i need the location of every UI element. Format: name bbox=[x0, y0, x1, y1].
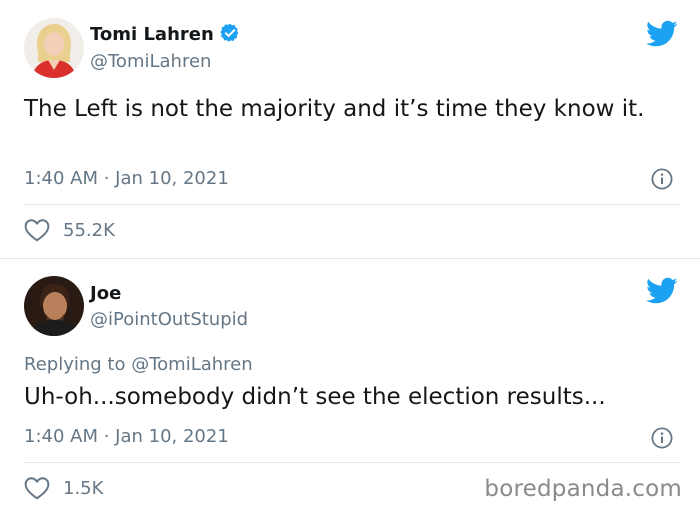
avatar[interactable] bbox=[24, 276, 84, 336]
avatar[interactable] bbox=[24, 18, 84, 78]
verified-badge-icon bbox=[220, 23, 240, 43]
info-icon[interactable] bbox=[651, 427, 673, 449]
tweet-timestamp[interactable]: 1:40 AM · Jan 10, 2021 bbox=[24, 168, 229, 189]
watermark: boredpanda.com bbox=[484, 476, 682, 502]
tweet-text: The Left is not the majority and it’s ti… bbox=[24, 96, 645, 122]
like-count: 1.5K bbox=[63, 477, 104, 499]
reply-prefix: Replying to bbox=[24, 354, 126, 375]
display-name[interactable]: Tomi Lahren bbox=[90, 23, 240, 45]
heart-icon[interactable] bbox=[24, 476, 50, 500]
divider bbox=[24, 462, 681, 463]
like-action[interactable]: 1.5K bbox=[24, 475, 103, 501]
user-handle[interactable]: @iPointOutStupid bbox=[90, 309, 248, 330]
tweet-card: Tomi Lahren @TomiLahren The Left is not … bbox=[0, 0, 700, 258]
tweet-timestamp[interactable]: 1:40 AM · Jan 10, 2021 bbox=[24, 426, 229, 447]
heart-icon[interactable] bbox=[24, 218, 50, 242]
like-action[interactable]: 55.2K bbox=[24, 217, 115, 243]
twitter-bird-icon[interactable] bbox=[646, 277, 678, 305]
user-handle[interactable]: @TomiLahren bbox=[90, 51, 211, 72]
info-icon[interactable] bbox=[651, 168, 673, 190]
display-name[interactable]: Joe bbox=[90, 283, 121, 304]
tweet-text: Uh-oh...somebody didn’t see the election… bbox=[24, 384, 606, 410]
replying-to: Replying to @TomiLahren bbox=[24, 354, 253, 375]
reply-handle-link[interactable]: @TomiLahren bbox=[131, 354, 252, 375]
like-count: 55.2K bbox=[63, 219, 115, 241]
divider bbox=[24, 204, 681, 205]
display-name-text[interactable]: Tomi Lahren bbox=[90, 24, 214, 45]
twitter-bird-icon[interactable] bbox=[646, 20, 678, 48]
